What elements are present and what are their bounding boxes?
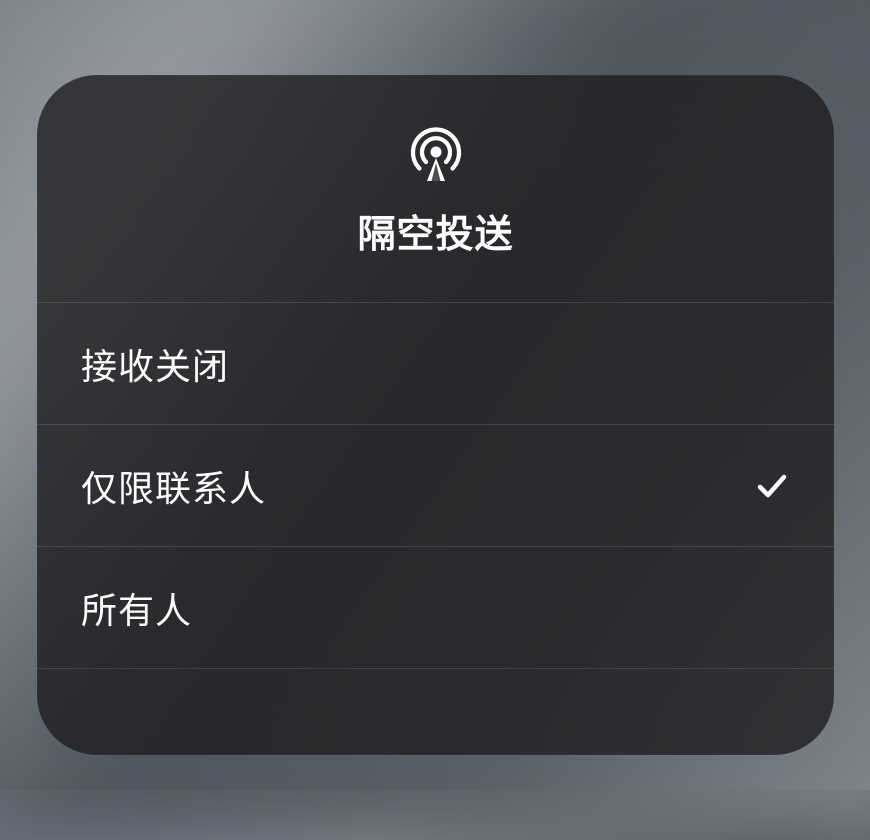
- options-list: 接收关闭 仅限联系人 所有人: [37, 303, 834, 669]
- panel-title: 隔空投送: [357, 203, 513, 258]
- panel-header: 隔空投送: [37, 75, 834, 303]
- airdrop-icon: [405, 119, 467, 181]
- option-contacts-only[interactable]: 仅限联系人: [37, 425, 834, 547]
- option-label: 所有人: [81, 582, 192, 634]
- checkmark-icon: [754, 468, 790, 504]
- airdrop-settings-panel: 隔空投送 接收关闭 仅限联系人 所有人: [37, 75, 834, 755]
- option-label: 接收关闭: [81, 338, 229, 390]
- option-label: 仅限联系人: [81, 460, 266, 512]
- option-receiving-off[interactable]: 接收关闭: [37, 303, 834, 425]
- option-everyone[interactable]: 所有人: [37, 547, 834, 669]
